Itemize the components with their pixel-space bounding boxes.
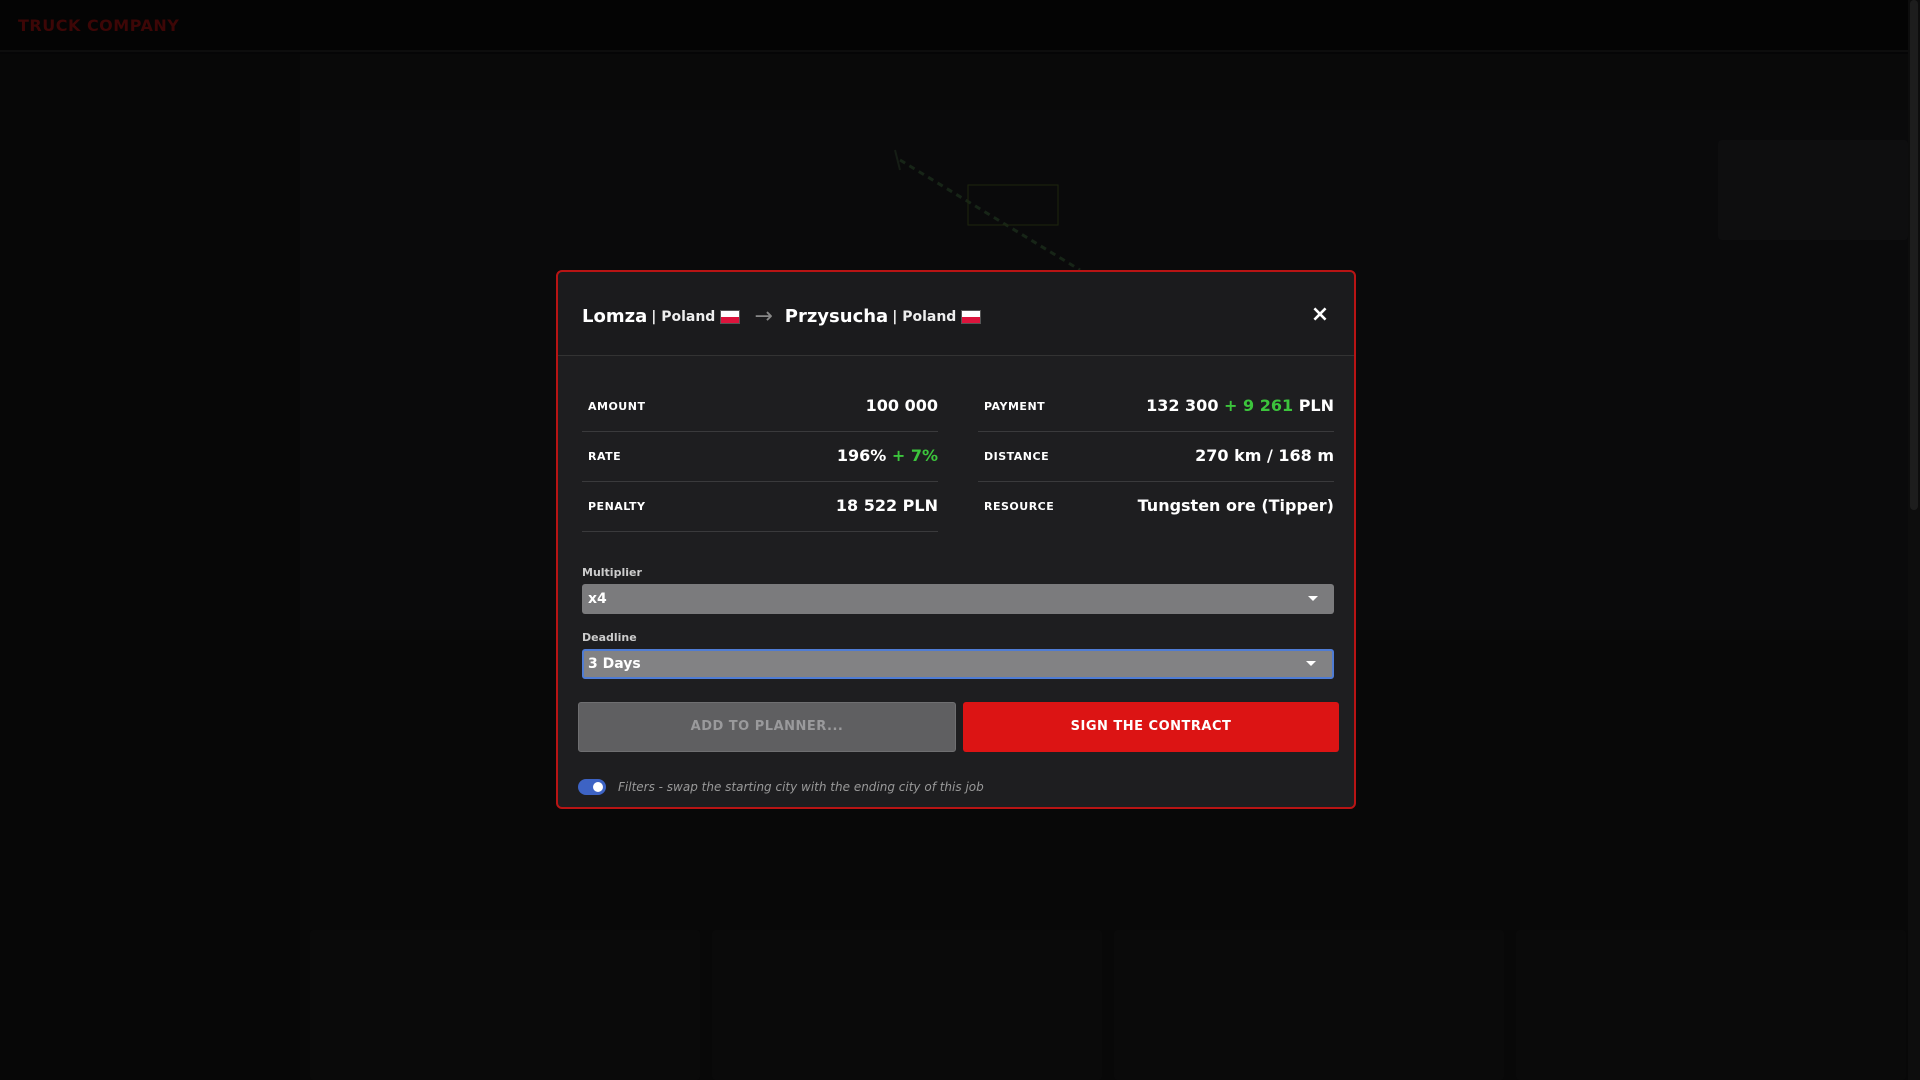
poland-flag-icon [720, 309, 741, 324]
destination-country: | Poland [892, 308, 957, 325]
deadline-select[interactable]: 3 Days [582, 649, 1334, 679]
app-background: TRUCK COMPANY Lomza | Poland → Przysucha… [0, 0, 1920, 1080]
stat-penalty: PENALTY 18 522 PLN [582, 482, 938, 532]
contract-modal: Lomza | Poland → Przysucha | Poland × AM… [556, 270, 1356, 809]
stat-distance: DISTANCE 270 km / 168 m [978, 432, 1334, 482]
swap-filter-toggle[interactable] [578, 779, 606, 795]
rate-bonus: + 7% [891, 446, 938, 465]
add-to-planner-button[interactable]: ADD TO PLANNER... [578, 702, 956, 752]
poland-flag-icon [961, 309, 982, 324]
chevron-down-icon [1308, 596, 1318, 601]
origin-city: Lomza [582, 306, 648, 327]
stat-label: RATE [588, 450, 622, 463]
payment-value: 132 300 [1146, 396, 1219, 415]
stat-resource: RESOURCE Tungsten ore (Tipper) [978, 482, 1334, 532]
stat-value: 132 300 + 9 261 PLN [1146, 396, 1334, 415]
modal-header: Lomza | Poland → Przysucha | Poland × [558, 272, 1354, 356]
stat-value: 18 522 PLN [835, 496, 938, 515]
multiplier-label: Multiplier [582, 566, 642, 579]
destination-city: Przysucha [784, 306, 889, 327]
stat-rate: RATE 196% + 7% [582, 432, 938, 482]
multiplier-select[interactable]: x4 [582, 584, 1334, 614]
deadline-value: 3 Days [588, 656, 641, 672]
rate-value: 196% [836, 446, 887, 465]
payment-bonus: + 9 261 [1224, 396, 1294, 415]
stat-label: PAYMENT [984, 400, 1046, 413]
stat-value: Tungsten ore (Tipper) [1137, 496, 1334, 515]
route-title: Lomza | Poland → Przysucha | Poland [582, 304, 982, 329]
chevron-down-icon [1306, 661, 1316, 666]
stat-label: DISTANCE [984, 450, 1050, 463]
stat-label: PENALTY [588, 500, 646, 513]
swap-filter-label: Filters - swap the starting city with th… [618, 780, 984, 794]
stat-label: RESOURCE [984, 500, 1055, 513]
stat-value: 100 000 [865, 396, 938, 415]
stat-label: AMOUNT [588, 400, 646, 413]
stat-payment: PAYMENT 132 300 + 9 261 PLN [978, 382, 1334, 432]
sign-contract-button[interactable]: SIGN THE CONTRACT [963, 702, 1339, 752]
stat-value: 196% + 7% [837, 446, 938, 465]
deadline-label: Deadline [582, 631, 637, 644]
stat-value: 270 km / 168 m [1195, 446, 1334, 465]
close-icon[interactable]: × [1310, 304, 1330, 326]
payment-unit: PLN [1298, 396, 1334, 415]
toggle-knob [593, 782, 603, 792]
arrow-right-icon: → [754, 304, 773, 329]
multiplier-value: x4 [588, 591, 607, 607]
origin-country: | Poland [651, 308, 716, 325]
stat-amount: AMOUNT 100 000 [582, 382, 938, 432]
